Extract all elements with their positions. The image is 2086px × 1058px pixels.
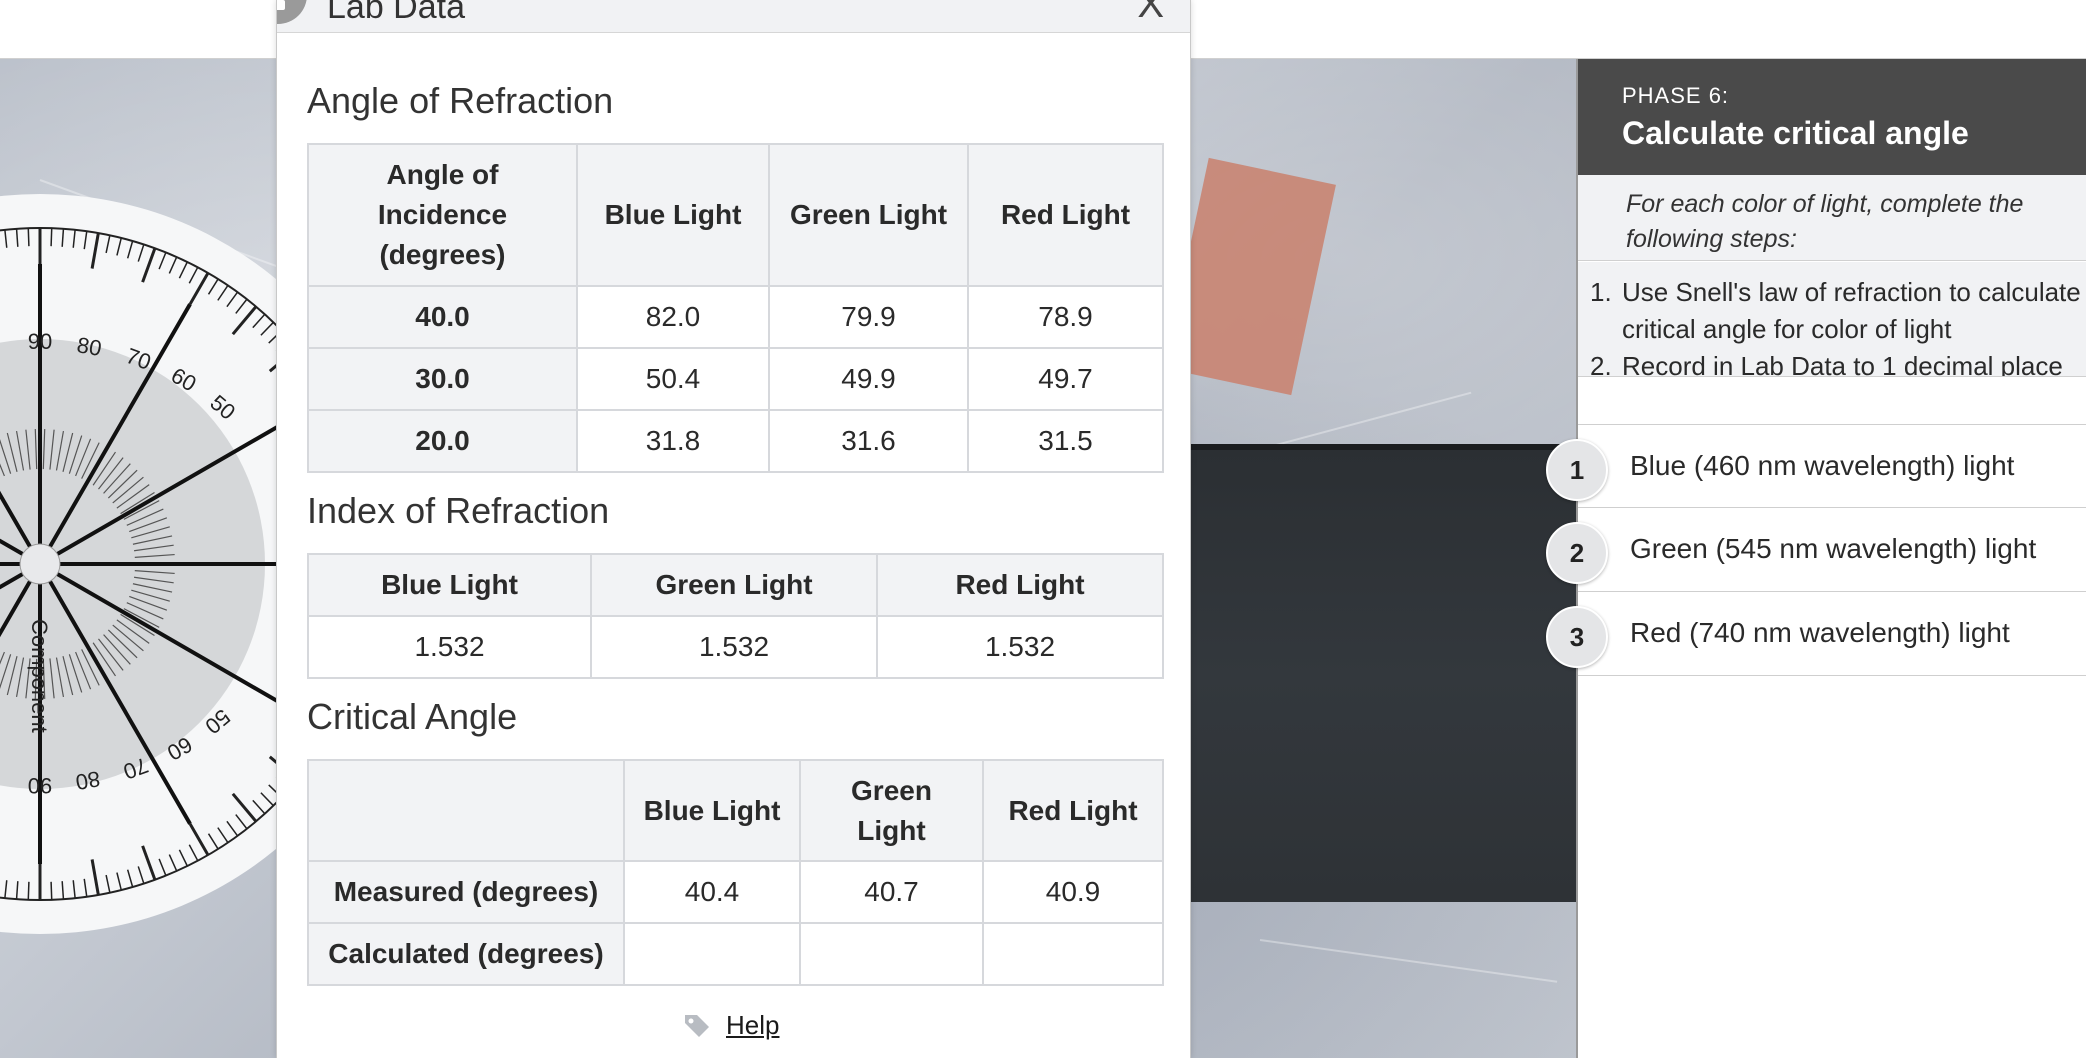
protractor-label-upper-90: 90 — [28, 329, 52, 354]
index-header-green: Green Light — [590, 553, 878, 617]
measured-label: Measured (degrees) — [307, 860, 625, 924]
blue-cell: 50.4 — [576, 347, 770, 411]
phase-header: PHASE 6: Calculate critical angle — [1578, 59, 2086, 175]
measured-green-cell: 40.7 — [799, 860, 984, 924]
modal-title: Lab Data — [327, 0, 465, 26]
protractor-label-lower-90: 90 — [28, 773, 52, 798]
light-box[interactable] — [1190, 444, 1576, 902]
refraction-header-green: Green Light — [768, 143, 969, 287]
critical-header-empty — [307, 759, 625, 862]
index-header-red: Red Light — [876, 553, 1164, 617]
lab-data-modal: Lab Data X Angle of Refraction Angle of … — [276, 0, 1191, 1058]
incidence-cell: 40.0 — [307, 285, 578, 349]
incidence-cell: 20.0 — [307, 409, 578, 473]
step-item: critical angle for color of light — [1622, 314, 1952, 344]
phase-title: Calculate critical angle — [1622, 115, 1969, 151]
step-number-badge[interactable]: 3 — [1546, 606, 1608, 668]
index-table: Blue Light Green Light Red Light 1.532 1… — [307, 553, 1164, 679]
red-cell: 78.9 — [967, 285, 1164, 349]
critical-header-red: Red Light — [982, 759, 1164, 862]
color-item-green[interactable]: 2 Green (545 nm wavelength) light — [1546, 508, 2086, 592]
protractor-label-upper-80: 80 — [75, 332, 103, 361]
modal-header: Lab Data X — [277, 0, 1190, 33]
protractor-component-label: Component — [27, 619, 52, 733]
critical-section-title: Critical Angle — [307, 696, 518, 737]
instructions-panel: PHASE 6: Calculate critical angle For ea… — [1546, 59, 2086, 1058]
measured-blue-cell: 40.4 — [623, 860, 801, 924]
color-item-label: Blue (460 nm wavelength) light — [1630, 450, 2015, 481]
color-item-red[interactable]: 3 Red (740 nm wavelength) light — [1546, 592, 2086, 676]
red-cell: 49.7 — [967, 347, 1164, 411]
clipboard-icon — [277, 0, 307, 24]
help: Help — [682, 1010, 779, 1041]
table-row: 40.0 82.0 79.9 78.9 — [307, 285, 1164, 349]
phase-label: PHASE 6: — [1622, 83, 1730, 108]
table-row: Calculated (degrees) — [307, 922, 1164, 986]
blue-cell: 31.8 — [576, 409, 770, 473]
calculated-red-input[interactable] — [982, 922, 1164, 986]
table-row: 1.532 1.532 1.532 — [307, 615, 1164, 679]
blue-cell: 82.0 — [576, 285, 770, 349]
calculated-green-input[interactable] — [799, 922, 984, 986]
critical-header-green: Green Light — [799, 759, 984, 862]
color-item-label: Green (545 nm wavelength) light — [1630, 533, 2037, 564]
green-cell: 31.6 — [768, 409, 969, 473]
green-cell: 49.9 — [768, 347, 969, 411]
table-row: Measured (degrees) 40.4 40.7 40.9 — [307, 860, 1164, 924]
marble-vein — [1259, 939, 1558, 983]
green-cell: 79.9 — [768, 285, 969, 349]
steps-list: 1. Use Snell's law of refraction to calcu… — [1578, 262, 2086, 377]
refraction-header-red: Red Light — [967, 143, 1164, 287]
tag-icon — [685, 1014, 709, 1037]
green-index-cell: 1.532 — [590, 615, 878, 679]
refraction-header-blue: Blue Light — [576, 143, 770, 287]
calculated-blue-input[interactable] — [623, 922, 801, 986]
table-row: 20.0 31.8 31.6 31.5 — [307, 409, 1164, 473]
step-item: 2. Record in Lab Data to 1 decimal place — [1590, 351, 2063, 377]
measured-red-cell: 40.9 — [982, 860, 1164, 924]
refraction-table: Angle of Incidence (degrees) Blue Light … — [307, 143, 1164, 473]
refraction-section-title: Angle of Refraction — [307, 80, 614, 121]
index-section-title: Index of Refraction — [307, 490, 610, 531]
color-item-blue[interactable]: 1 Blue (460 nm wavelength) light — [1546, 424, 2086, 508]
phase-intro: For each color of light, complete the fo… — [1578, 175, 2086, 261]
refraction-header-incidence: Angle of Incidence (degrees) — [307, 143, 578, 287]
table-row: 30.0 50.4 49.9 49.7 — [307, 347, 1164, 411]
protractor-center — [19, 543, 61, 585]
step-number-badge[interactable]: 2 — [1546, 522, 1608, 584]
help-link[interactable]: Help — [726, 1010, 779, 1041]
red-index-cell: 1.532 — [876, 615, 1164, 679]
blue-index-cell: 1.532 — [307, 615, 592, 679]
critical-header-blue: Blue Light — [623, 759, 801, 862]
index-header-blue: Blue Light — [307, 553, 592, 617]
close-button[interactable]: X — [1137, 0, 1164, 27]
red-cell: 31.5 — [967, 409, 1164, 473]
protractor-label-lower-80: 80 — [74, 766, 102, 795]
step-item: 1. Use Snell's law of refraction to calcu… — [1590, 277, 2081, 307]
incidence-cell: 30.0 — [307, 347, 578, 411]
step-number-badge[interactable]: 1 — [1546, 439, 1608, 501]
color-item-label: Red (740 nm wavelength) light — [1630, 617, 2010, 648]
critical-angle-table: Blue Light Green Light Red Light Measure… — [307, 759, 1164, 986]
calculated-label: Calculated (degrees) — [307, 922, 625, 986]
